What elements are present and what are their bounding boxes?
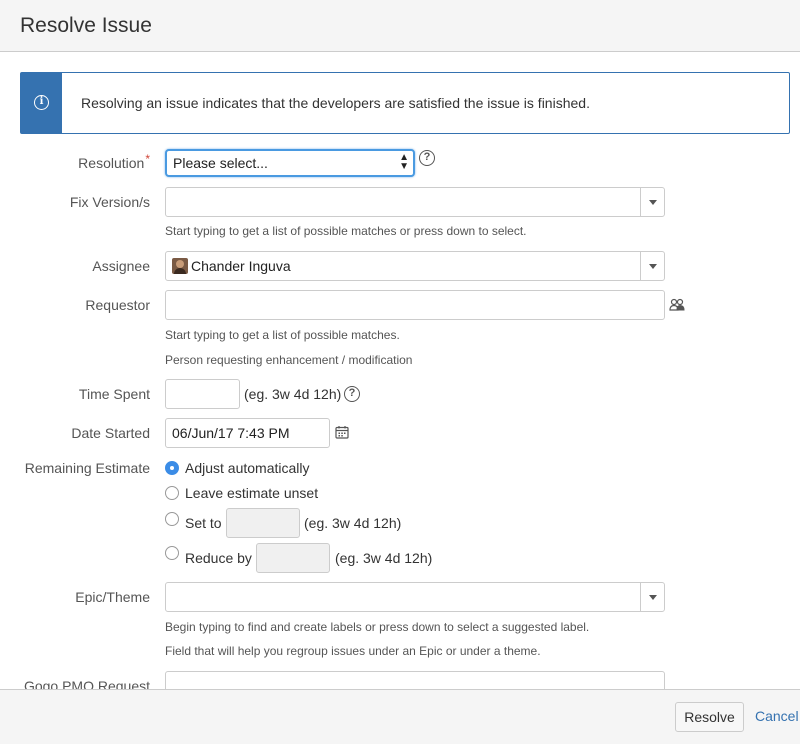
assignee-value: Chander Inguva: [191, 258, 291, 274]
epic-theme-input[interactable]: [165, 582, 665, 612]
remaining-estimate-label: Remaining Estimate: [24, 460, 150, 476]
dialog-title: Resolve Issue: [20, 14, 152, 37]
requestor-input[interactable]: [165, 290, 665, 320]
radio-adjust-automatically-label: Adjust automatically: [185, 460, 310, 476]
assignee-select[interactable]: Chander Inguva: [165, 251, 665, 281]
dialog-body[interactable]: i Resolving an issue indicates that the …: [0, 52, 800, 689]
requestor-description: Person requesting enhancement / modifica…: [165, 353, 413, 367]
resolution-select[interactable]: Please select... ▲ ▼: [165, 149, 415, 177]
radio-reduce-by[interactable]: [165, 546, 179, 560]
radio-adjust-automatically[interactable]: [165, 461, 179, 475]
requestor-label: Requestor: [85, 297, 150, 313]
set-to-input[interactable]: [226, 508, 300, 538]
calendar-icon[interactable]: [335, 425, 349, 439]
avatar: [172, 258, 188, 274]
select-arrows-icon: ▲ ▼: [399, 152, 409, 172]
epic-theme-dropdown-icon[interactable]: [640, 583, 664, 611]
info-message: i Resolving an issue indicates that the …: [20, 72, 790, 134]
cancel-link[interactable]: Cancel: [755, 708, 799, 724]
date-started-value: 06/Jun/17 7:43 PM: [172, 425, 290, 441]
requestor-hint: Start typing to get a list of possible m…: [165, 328, 400, 342]
resolution-select-value: Please select...: [173, 155, 268, 171]
radio-leave-estimate-unset-label: Leave estimate unset: [185, 485, 319, 501]
resolution-help-icon[interactable]: ?: [419, 150, 435, 166]
epic-theme-hint: Begin typing to find and create labels o…: [165, 620, 590, 634]
gogo-pmo-request-label: Gogo PMO Request: [23, 678, 150, 689]
required-marker: *: [145, 152, 150, 166]
epic-theme-description: Field that will help you regroup issues …: [165, 644, 541, 658]
fix-version-dropdown-icon[interactable]: [640, 188, 664, 216]
date-started-input[interactable]: 06/Jun/17 7:43 PM: [165, 418, 330, 448]
fix-version-label: Fix Version/s: [69, 194, 150, 210]
resolve-issue-dialog: Resolve Issue i Resolving an issue indic…: [0, 0, 800, 744]
info-icon: i: [34, 95, 49, 110]
radio-reduce-by-label: Reduce by: [185, 550, 252, 566]
assignee-dropdown-icon[interactable]: [640, 252, 664, 280]
time-spent-help-icon[interactable]: ?: [344, 386, 360, 402]
assignee-label: Assignee: [92, 258, 150, 274]
time-spent-example: (eg. 3w 4d 12h): [244, 386, 342, 402]
radio-leave-estimate-unset[interactable]: [165, 486, 179, 500]
time-spent-label: Time Spent: [78, 386, 150, 402]
reduce-by-input[interactable]: [256, 543, 330, 573]
time-spent-input[interactable]: [165, 379, 240, 409]
fix-version-input[interactable]: [165, 187, 665, 217]
dialog-footer: Resolve Cancel: [0, 689, 800, 744]
gogo-pmo-request-input[interactable]: [165, 671, 665, 689]
radio-set-to-label: Set to: [185, 515, 222, 531]
reduce-by-example: (eg. 3w 4d 12h): [335, 550, 433, 566]
resolution-label: Resolution*: [78, 152, 150, 171]
resolve-button[interactable]: Resolve: [675, 702, 744, 732]
dialog-header: Resolve Issue: [0, 0, 800, 52]
set-to-example: (eg. 3w 4d 12h): [304, 515, 402, 531]
info-message-text: Resolving an issue indicates that the de…: [81, 95, 590, 111]
fix-version-hint: Start typing to get a list of possible m…: [165, 224, 527, 238]
radio-set-to[interactable]: [165, 512, 179, 526]
user-picker-icon[interactable]: [669, 298, 685, 312]
info-strip: i: [21, 73, 62, 133]
date-started-label: Date Started: [71, 425, 150, 441]
epic-theme-label: Epic/Theme: [75, 589, 150, 605]
